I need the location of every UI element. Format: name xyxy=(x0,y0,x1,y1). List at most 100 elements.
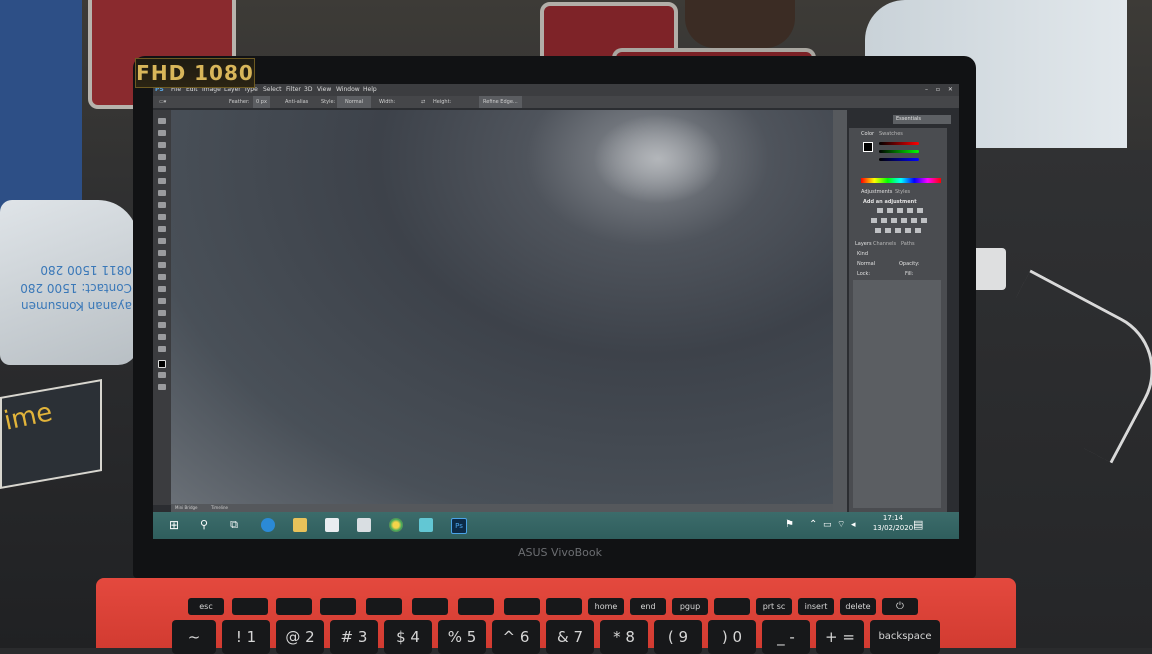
channel-mixer-icon[interactable] xyxy=(921,218,927,223)
feather-input[interactable]: 0 px xyxy=(253,96,270,108)
key-5[interactable]: % 5 xyxy=(438,620,486,654)
kind-filter[interactable]: Kind xyxy=(857,250,868,258)
key-3[interactable]: # 3 xyxy=(330,620,378,654)
taskbar-time[interactable]: 17:14 xyxy=(873,514,913,522)
mail-icon[interactable] xyxy=(357,518,371,532)
crop-tool-icon[interactable] xyxy=(158,166,166,172)
adjustments-tab[interactable]: Adjustments xyxy=(861,188,892,196)
network-icon[interactable]: ⌔ xyxy=(837,518,851,532)
key-2[interactable]: @ 2 xyxy=(276,620,324,654)
color-spectrum[interactable] xyxy=(861,178,941,183)
layers-tab[interactable]: Layers xyxy=(855,240,872,248)
blur-tool-icon[interactable] xyxy=(158,262,166,268)
key-f2[interactable] xyxy=(276,598,312,615)
key-0[interactable]: ) 0 xyxy=(708,620,756,654)
zoom-tool-icon[interactable] xyxy=(158,346,166,352)
key-1[interactable]: ! 1 xyxy=(222,620,270,654)
swap-icon[interactable]: ⇄ xyxy=(421,96,425,108)
screen-mode-icon[interactable] xyxy=(158,384,166,390)
task-view-icon[interactable]: ⧉ xyxy=(227,518,241,532)
selective-color-icon[interactable] xyxy=(905,228,911,233)
key-f6[interactable] xyxy=(458,598,494,615)
type-tool-icon[interactable] xyxy=(158,298,166,304)
layers-list[interactable] xyxy=(853,280,941,508)
curves-icon[interactable] xyxy=(897,208,903,213)
taskbar-date[interactable]: 13/02/2020 xyxy=(865,524,921,532)
exposure-icon[interactable] xyxy=(907,208,913,213)
anti-alias-checkbox[interactable]: Anti-alias xyxy=(285,96,308,108)
key-backspace[interactable]: backspace xyxy=(870,620,940,654)
document-canvas[interactable] xyxy=(171,110,833,506)
refine-edge-button[interactable]: Refine Edge... xyxy=(479,96,522,108)
chevron-up-icon[interactable]: ⌃ xyxy=(809,518,823,532)
posterize-icon[interactable] xyxy=(885,228,891,233)
photo-filter-icon[interactable] xyxy=(911,218,917,223)
key-f5[interactable] xyxy=(412,598,448,615)
hue-saturation-icon[interactable] xyxy=(881,218,887,223)
style-select[interactable]: Normal xyxy=(337,96,372,108)
key-f1[interactable] xyxy=(232,598,268,615)
red-slider[interactable] xyxy=(879,142,919,145)
gradient-map-icon[interactable] xyxy=(917,208,923,213)
key-esc[interactable]: esc xyxy=(188,598,224,615)
color-tab[interactable]: Color xyxy=(861,130,874,138)
windows-start-icon[interactable]: ⊞ xyxy=(167,518,181,532)
blue-slider[interactable] xyxy=(879,158,919,161)
file-explorer-icon[interactable] xyxy=(293,518,307,532)
key-f10[interactable]: end xyxy=(630,598,666,615)
menu-window[interactable]: Window xyxy=(336,84,360,96)
quick-mask-icon[interactable] xyxy=(158,372,166,378)
window-controls-icon[interactable]: – ▫ ✕ xyxy=(925,84,956,96)
menu-filter[interactable]: Filter xyxy=(286,84,301,96)
shape-tool-icon[interactable] xyxy=(158,322,166,328)
green-slider[interactable] xyxy=(879,150,919,153)
key-6[interactable]: ^ 6 xyxy=(492,620,540,654)
color-swatch-icon[interactable] xyxy=(863,142,873,152)
gradient-tool-icon[interactable] xyxy=(158,250,166,256)
healing-tool-icon[interactable] xyxy=(158,190,166,196)
swatches-tab[interactable]: Swatches xyxy=(879,130,903,138)
invert-icon[interactable] xyxy=(875,228,881,233)
key-minus[interactable]: _ - xyxy=(762,620,810,654)
dodge-tool-icon[interactable] xyxy=(158,274,166,280)
mini-bridge-tab[interactable]: Mini Bridge xyxy=(175,504,198,512)
history-brush-tool-icon[interactable] xyxy=(158,226,166,232)
menu-3d[interactable]: 3D xyxy=(304,84,312,96)
key-f9[interactable]: home xyxy=(588,598,624,615)
eyedropper-tool-icon[interactable] xyxy=(158,178,166,184)
power-icon[interactable]: ⏻ xyxy=(882,598,918,615)
menu-help[interactable]: Help xyxy=(363,84,377,96)
volume-icon[interactable]: ◂ xyxy=(851,518,865,532)
hand-tool-icon[interactable] xyxy=(158,334,166,340)
key-tilde[interactable]: ~ xyxy=(172,620,216,654)
search-icon[interactable]: ⚲ xyxy=(197,518,211,532)
key-delete[interactable]: delete xyxy=(840,598,876,615)
eraser-tool-icon[interactable] xyxy=(158,238,166,244)
person-icon[interactable]: ⚑ xyxy=(785,518,799,532)
edge-browser-icon[interactable] xyxy=(261,518,275,532)
black-white-icon[interactable] xyxy=(901,218,907,223)
path-select-tool-icon[interactable] xyxy=(158,310,166,316)
key-f7[interactable] xyxy=(504,598,540,615)
menu-view[interactable]: View xyxy=(317,84,331,96)
levels-icon[interactable] xyxy=(887,208,893,213)
pen-tool-icon[interactable] xyxy=(158,286,166,292)
key-7[interactable]: & 7 xyxy=(546,620,594,654)
timeline-tab[interactable]: Timeline xyxy=(211,504,228,512)
blend-mode-select[interactable]: Normal xyxy=(857,260,875,268)
battery-icon[interactable]: ▭ xyxy=(823,518,837,532)
key-insert[interactable]: insert xyxy=(798,598,834,615)
store-icon[interactable] xyxy=(325,518,339,532)
photoshop-taskbar-icon[interactable]: Ps xyxy=(451,518,467,534)
move-tool-icon[interactable] xyxy=(158,118,166,124)
quick-select-tool-icon[interactable] xyxy=(158,154,166,160)
key-f12[interactable] xyxy=(714,598,750,615)
panel-dock-icons[interactable] xyxy=(833,110,847,512)
vibrance-icon[interactable] xyxy=(871,218,877,223)
workspace-switcher[interactable]: Essentials xyxy=(893,115,951,124)
key-f3[interactable] xyxy=(320,598,356,615)
stamp-tool-icon[interactable] xyxy=(158,214,166,220)
menu-select[interactable]: Select xyxy=(263,84,282,96)
key-4[interactable]: $ 4 xyxy=(384,620,432,654)
foreground-color-swatch[interactable] xyxy=(158,360,166,368)
